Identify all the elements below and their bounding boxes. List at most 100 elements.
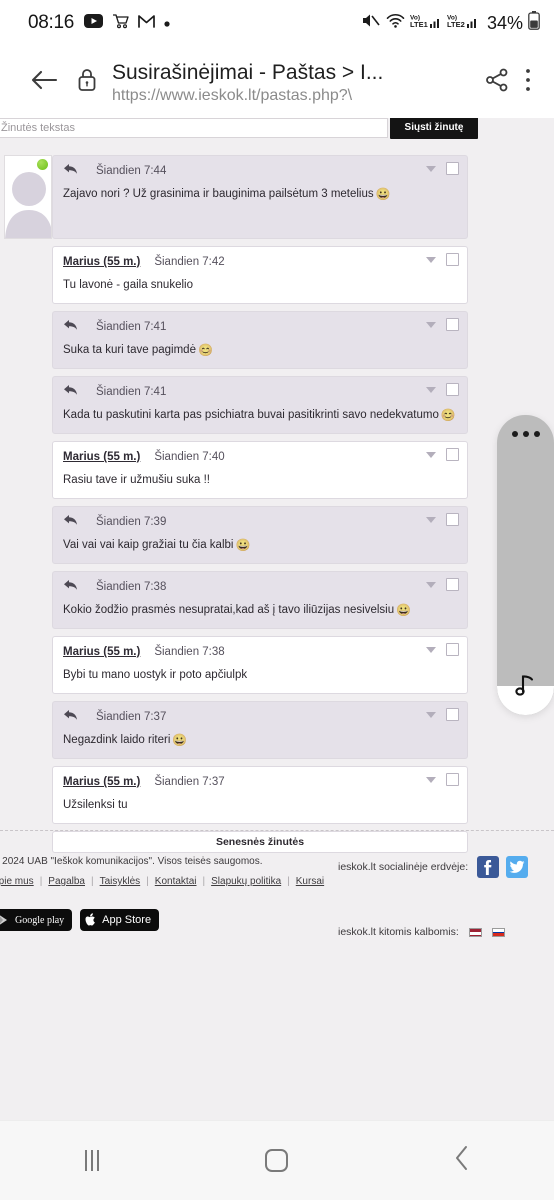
chevron-down-icon[interactable] [426, 386, 436, 393]
message-checkbox[interactable] [446, 643, 459, 656]
back-arrow-icon[interactable] [30, 68, 58, 97]
share-icon[interactable] [484, 67, 510, 98]
status-bar-system-icons: Vo) LTE1 Vo) LTE2 34% [361, 11, 540, 35]
message-timestamp: Šiandien 7:40 [154, 451, 225, 463]
social-label: ieskok.lt socialinėje erdvėje: [338, 861, 469, 873]
more-options-icon[interactable] [524, 67, 532, 98]
message-header: Šiandien 7:41 [63, 383, 459, 401]
google-play-badge[interactable]: Google play [0, 909, 73, 931]
message-timestamp: Šiandien 7:37 [154, 776, 225, 788]
edge-music-area[interactable] [497, 659, 554, 715]
message-bubble[interactable]: Šiandien 7:37 Negazdink laido riteri 😀 [52, 701, 468, 759]
message-input[interactable]: Žinutės tekstas [0, 118, 388, 138]
language-label: ieskok.lt kitomis kalbomis: [338, 926, 459, 938]
message-timestamp: Šiandien 7:42 [154, 256, 225, 268]
avatar-spacer [0, 571, 52, 629]
gmail-icon [138, 14, 155, 33]
message-checkbox[interactable] [446, 253, 459, 266]
message-sender-link[interactable]: Marius (55 m.) [63, 256, 140, 268]
home-button[interactable] [232, 1136, 322, 1186]
message-timestamp: Šiandien 7:39 [96, 516, 167, 528]
message-text: Užsilenksi tu [63, 799, 128, 811]
message-bubble[interactable]: Marius (55 m.) Šiandien 7:37 Užsilenksi tu [52, 766, 468, 824]
footer-link-apie-mus[interactable]: Apie mus [0, 876, 34, 887]
reply-arrow-icon[interactable] [63, 513, 78, 531]
chevron-down-icon[interactable] [426, 321, 436, 328]
message-checkbox[interactable] [446, 708, 459, 721]
chevron-down-icon[interactable] [426, 165, 436, 172]
facebook-icon[interactable] [477, 856, 500, 878]
message-bubble[interactable]: Šiandien 7:39 Vai vai vai kaip gražiai tu… [52, 506, 468, 564]
back-icon [454, 1145, 470, 1176]
russian-flag-icon[interactable] [491, 927, 505, 937]
message-bubble[interactable]: Šiandien 7:38 Kokio žodžio prasmės nesupr… [52, 571, 468, 629]
message-actions [426, 643, 459, 656]
message-actions [426, 578, 459, 591]
avatar-cell [4, 155, 52, 239]
footer-link-pagalba[interactable]: Pagalba [48, 876, 85, 887]
send-message-button[interactable]: Siųsti žinutę [390, 118, 478, 139]
message-header: Šiandien 7:44 [63, 162, 459, 180]
message-actions [426, 383, 459, 396]
footer-link-taisykles[interactable]: Taisyklės [100, 876, 141, 887]
message-checkbox[interactable] [446, 318, 459, 331]
message-checkbox[interactable] [446, 383, 459, 396]
app-store-badge[interactable]: App Store [80, 909, 160, 931]
message-checkbox[interactable] [446, 448, 459, 461]
message-header: Šiandien 7:38 [63, 578, 459, 596]
message-checkbox[interactable] [446, 162, 459, 175]
message-timestamp: Šiandien 7:38 [96, 581, 167, 593]
reply-arrow-icon[interactable] [63, 162, 78, 180]
message-header: Marius (55 m.) Šiandien 7:38 [63, 643, 459, 660]
message-row: Šiandien 7:44 Zajavo nori ? Už grasinima … [0, 155, 554, 239]
chevron-down-icon[interactable] [426, 646, 436, 653]
chevron-down-icon[interactable] [426, 256, 436, 263]
message-bubble[interactable]: Šiandien 7:41 Kada tu paskutini karta pas… [52, 376, 468, 434]
chevron-down-icon[interactable] [426, 776, 436, 783]
lock-icon[interactable] [76, 67, 98, 98]
chevron-down-icon[interactable] [426, 581, 436, 588]
three-dots-handle-icon[interactable] [497, 431, 554, 437]
chevron-down-icon[interactable] [426, 711, 436, 718]
avatar-spacer [0, 311, 52, 369]
chevron-down-icon[interactable] [426, 451, 436, 458]
message-sender-link[interactable]: Marius (55 m.) [63, 451, 140, 463]
reply-arrow-icon[interactable] [63, 318, 78, 336]
message-bubble[interactable]: Šiandien 7:44 Zajavo nori ? Už grasinima … [52, 155, 468, 239]
avatar[interactable] [4, 155, 52, 239]
edge-panel[interactable] [497, 415, 554, 715]
message-bubble[interactable]: Marius (55 m.) Šiandien 7:38 Bybi tu mano … [52, 636, 468, 694]
message-checkbox[interactable] [446, 513, 459, 526]
message-text: Kokio žodžio prasmės nesupratai,kad aš į… [63, 603, 412, 617]
reply-arrow-icon[interactable] [63, 708, 78, 726]
avatar-placeholder-icon [5, 172, 51, 238]
footer-sep: | [202, 876, 206, 887]
online-status-dot [37, 159, 48, 170]
footer-link-kontaktai[interactable]: Kontaktai [155, 876, 197, 887]
message-sender-link[interactable]: Marius (55 m.) [63, 776, 140, 788]
message-actions [426, 708, 459, 721]
message-bubble[interactable]: Šiandien 7:41 Suka ta kuri tave pagimdė 😊 [52, 311, 468, 369]
message-checkbox[interactable] [446, 578, 459, 591]
latvian-flag-icon[interactable] [468, 927, 482, 937]
recents-button[interactable] [47, 1136, 137, 1186]
message-sender-link[interactable]: Marius (55 m.) [63, 646, 140, 658]
twitter-icon[interactable] [506, 856, 529, 878]
emoji-icon: 😀 [235, 538, 251, 552]
message-header: Marius (55 m.) Šiandien 7:37 [63, 773, 459, 790]
page-title: Susirašinėjimai - Paštas > I... [112, 61, 384, 84]
message-row: Marius (55 m.) Šiandien 7:37 Užsilenksi tu [0, 766, 554, 824]
footer-link-kursai[interactable]: Kursai [296, 876, 324, 887]
reply-arrow-icon[interactable] [63, 578, 78, 596]
message-bubble[interactable]: Marius (55 m.) Šiandien 7:40 Rasiu tave ir… [52, 441, 468, 499]
chevron-down-icon[interactable] [426, 516, 436, 523]
message-bubble[interactable]: Marius (55 m.) Šiandien 7:42 Tu lavonė - g… [52, 246, 468, 304]
address-bar[interactable]: Susirašinėjimai - Paštas > I... https://… [112, 58, 474, 106]
message-checkbox[interactable] [446, 773, 459, 786]
back-button[interactable] [417, 1136, 507, 1186]
message-timestamp: Šiandien 7:38 [154, 646, 225, 658]
message-actions [426, 448, 459, 461]
message-row: Marius (55 m.) Šiandien 7:42 Tu lavonė - g… [0, 246, 554, 304]
footer-link-slapuku-politika[interactable]: Slapukų politika [211, 876, 281, 887]
reply-arrow-icon[interactable] [63, 383, 78, 401]
